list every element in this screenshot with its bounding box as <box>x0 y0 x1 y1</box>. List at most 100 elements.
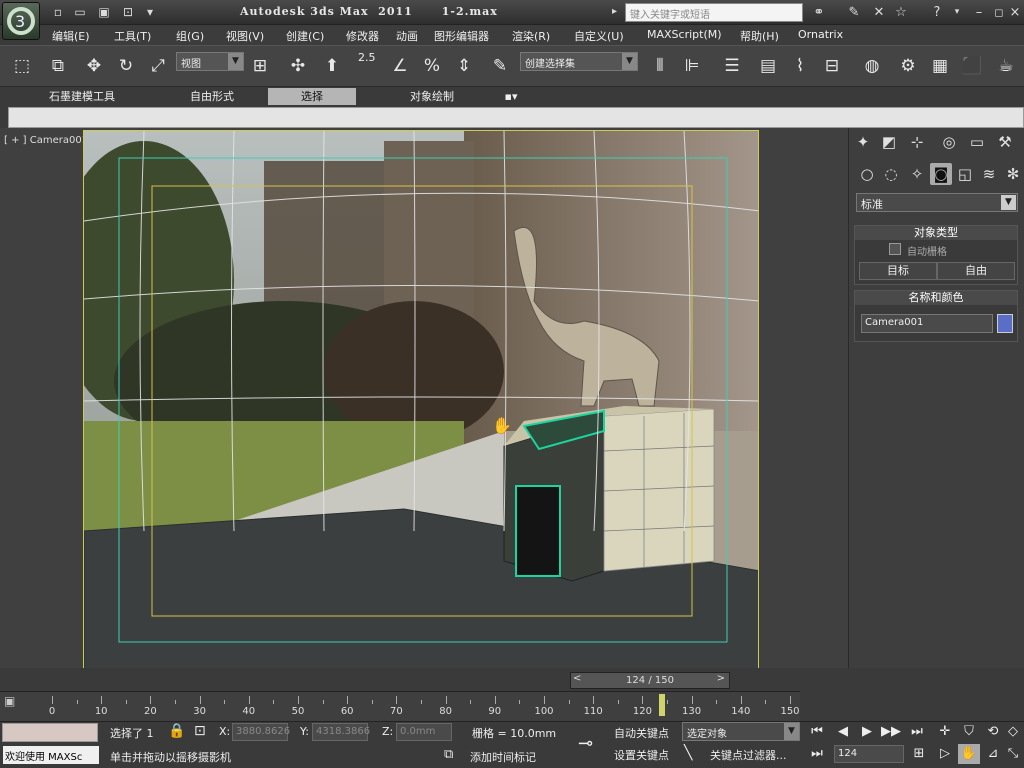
autogrid-checkbox[interactable] <box>889 243 901 255</box>
render-teapot-icon[interactable]: ☕ <box>992 51 1020 81</box>
set-key-button[interactable]: 设置关键点 <box>614 747 669 763</box>
create-tab-icon[interactable]: ✦ <box>852 131 874 153</box>
field-of-view-icon[interactable]: ◇ <box>1002 722 1024 742</box>
free-camera-button[interactable]: 自由 <box>937 262 1015 280</box>
close-icon[interactable]: × <box>1006 4 1024 21</box>
menu-rendering[interactable]: 渲染(R) <box>512 28 550 44</box>
tools-icon[interactable]: ✎ <box>845 4 863 21</box>
pivot-center-icon[interactable]: ⊞ <box>246 51 274 81</box>
help-dropdown-icon[interactable]: ▾ <box>948 4 966 21</box>
dolly-icon[interactable]: ▷ <box>934 744 956 764</box>
align-icon[interactable]: ⊫ <box>678 51 706 81</box>
lights-icon[interactable]: ✧ <box>906 163 928 185</box>
selection-lock-icon[interactable]: 🔒 <box>168 723 185 739</box>
new-file-icon[interactable]: ▫ <box>50 4 66 20</box>
cameras-icon[interactable]: ◙ <box>930 163 952 185</box>
scale-icon[interactable]: ⤢ <box>144 51 172 81</box>
key-mode-icon[interactable]: ⏭ <box>806 744 828 764</box>
spinner-snap-icon[interactable]: ⇕ <box>450 51 478 81</box>
go-to-end-icon[interactable]: ⏭ <box>906 722 928 742</box>
favorites-star-icon[interactable]: ☆ <box>892 4 910 21</box>
menu-customize[interactable]: 自定义(U) <box>574 28 624 44</box>
schematic-view-icon[interactable]: ⊟ <box>818 51 846 81</box>
orbit-icon[interactable]: ⟲ <box>982 722 1004 742</box>
tab-freeform[interactable]: 自由形式 <box>160 88 264 105</box>
go-to-start-icon[interactable]: ⏮ <box>806 722 828 742</box>
named-selection-set-dropdown[interactable]: 创建选择集 ▼ <box>520 52 638 71</box>
time-slider[interactable]: < 124 / 150 > <box>570 672 730 689</box>
time-configuration-icon[interactable]: ⊞ <box>908 744 930 764</box>
shapes-icon[interactable]: ◌ <box>880 163 902 185</box>
app-logo-icon[interactable]: 3 <box>2 2 40 40</box>
graphite-toggle-icon[interactable]: ▤ <box>754 51 782 81</box>
camera-viewport[interactable]: ✋ <box>83 130 759 670</box>
current-frame-marker[interactable] <box>659 694 666 716</box>
edit-named-selection-icon[interactable]: ✎ <box>486 51 514 81</box>
render-setup-icon[interactable]: ⚙ <box>894 51 922 81</box>
menu-create[interactable]: 创建(C) <box>286 28 324 44</box>
material-editor-icon[interactable]: ◍ <box>858 51 886 81</box>
render-production-icon[interactable]: ⬛ <box>958 51 986 81</box>
next-frame-icon[interactable]: > <box>717 673 725 684</box>
pan-view-icon[interactable]: ✋ <box>958 744 980 764</box>
hierarchy-tab-icon[interactable]: ⊹ <box>906 131 928 153</box>
menu-maxscript[interactable]: MAXScript(M) <box>647 28 722 41</box>
next-frame-icon[interactable]: ▶▶ <box>880 722 902 742</box>
systems-icon[interactable]: ✻ <box>1002 163 1024 185</box>
object-name-field[interactable]: Camera001 <box>861 314 993 333</box>
percent-snap-icon[interactable]: % <box>418 51 446 81</box>
angle-snap-label[interactable]: 2.5 <box>358 51 376 64</box>
key-filters-button[interactable]: 关键点过滤器... <box>710 747 787 763</box>
rendered-frame-window-icon[interactable]: ▦ <box>926 51 954 81</box>
move-icon[interactable]: ✥ <box>80 51 108 81</box>
y-coordinate-field[interactable]: 4318.3866 <box>312 723 370 741</box>
helpers-icon[interactable]: ◱ <box>954 163 976 185</box>
menu-tools[interactable]: 工具(T) <box>114 28 151 44</box>
search-input[interactable]: 键入关键字或短语 <box>625 3 803 22</box>
menu-view[interactable]: 视图(V) <box>226 28 264 44</box>
mirror-icon[interactable]: ⫴ <box>646 51 674 81</box>
rotate-icon[interactable]: ↻ <box>112 51 140 81</box>
save-file-icon[interactable]: ▣ <box>96 4 112 20</box>
curve-editor-icon[interactable]: ⌇ <box>786 51 814 81</box>
current-frame-field[interactable]: 124 <box>834 745 904 763</box>
truck-icon[interactable]: ⊿ <box>982 744 1004 764</box>
z-coordinate-field[interactable]: 0.0mm <box>396 723 452 741</box>
space-warps-icon[interactable]: ≋ <box>978 163 1000 185</box>
select-region-icon[interactable]: ⬚ <box>8 51 36 81</box>
maximize-viewport-icon[interactable]: ⤡ <box>1002 744 1024 764</box>
display-tab-icon[interactable]: ▭ <box>966 131 988 153</box>
prev-frame-icon[interactable]: < <box>573 673 581 684</box>
zoom-all-icon[interactable]: ⛉ <box>958 722 980 742</box>
tab-object-paint[interactable]: 对象绘制 <box>370 88 494 105</box>
keyboard-shortcut-toggle-icon[interactable]: ⬆ <box>318 51 346 81</box>
tab-selection[interactable]: 选择 <box>268 88 356 105</box>
reference-coordinate-dropdown[interactable]: 视图 ▼ <box>176 52 244 71</box>
set-key-icon[interactable]: ⊸ <box>578 733 593 754</box>
object-color-swatch[interactable] <box>997 314 1013 333</box>
layer-manager-icon[interactable]: ☰ <box>718 51 746 81</box>
select-manipulate-icon[interactable]: ✣ <box>284 51 312 81</box>
menu-animation[interactable]: 动画 <box>396 28 418 44</box>
timeline-track[interactable]: ▣ 0 10 20 30 40 50 60 70 80 90 100 110 120 130 140 150 <box>0 691 800 721</box>
rollout-title[interactable]: 名称和颜色 <box>855 291 1017 305</box>
help-tools-icon[interactable]: ✕ <box>870 4 888 21</box>
time-tag-icon[interactable]: ⧉ <box>444 747 453 762</box>
menu-edit[interactable]: 编辑(E) <box>52 28 90 44</box>
geometry-icon[interactable]: ○ <box>856 163 878 185</box>
absolute-mode-icon[interactable]: ⊡ <box>194 723 206 739</box>
maxscript-mini-listener[interactable]: 欢迎使用 MAXSc <box>3 746 99 764</box>
previous-frame-icon[interactable]: ◀ <box>832 722 854 742</box>
zoom-icon[interactable]: ✛ <box>934 722 956 742</box>
rollout-title[interactable]: 对象类型 <box>855 226 1017 240</box>
menu-group[interactable]: 组(G) <box>176 28 204 44</box>
key-filter-icon[interactable]: ╲ <box>684 745 692 761</box>
angle-snap-icon[interactable]: ∠ <box>386 51 414 81</box>
project-folder-icon[interactable]: ⊡ <box>120 4 136 20</box>
object-category-dropdown[interactable]: 标准 ▼ <box>856 193 1018 212</box>
open-file-icon[interactable]: ▭ <box>72 4 88 20</box>
tab-graphite-modeling[interactable]: 石墨建模工具 <box>30 88 134 105</box>
motion-tab-icon[interactable]: ◎ <box>938 131 960 153</box>
binoculars-icon[interactable]: ⚭ <box>810 4 828 21</box>
menu-help[interactable]: 帮助(H) <box>740 28 779 44</box>
